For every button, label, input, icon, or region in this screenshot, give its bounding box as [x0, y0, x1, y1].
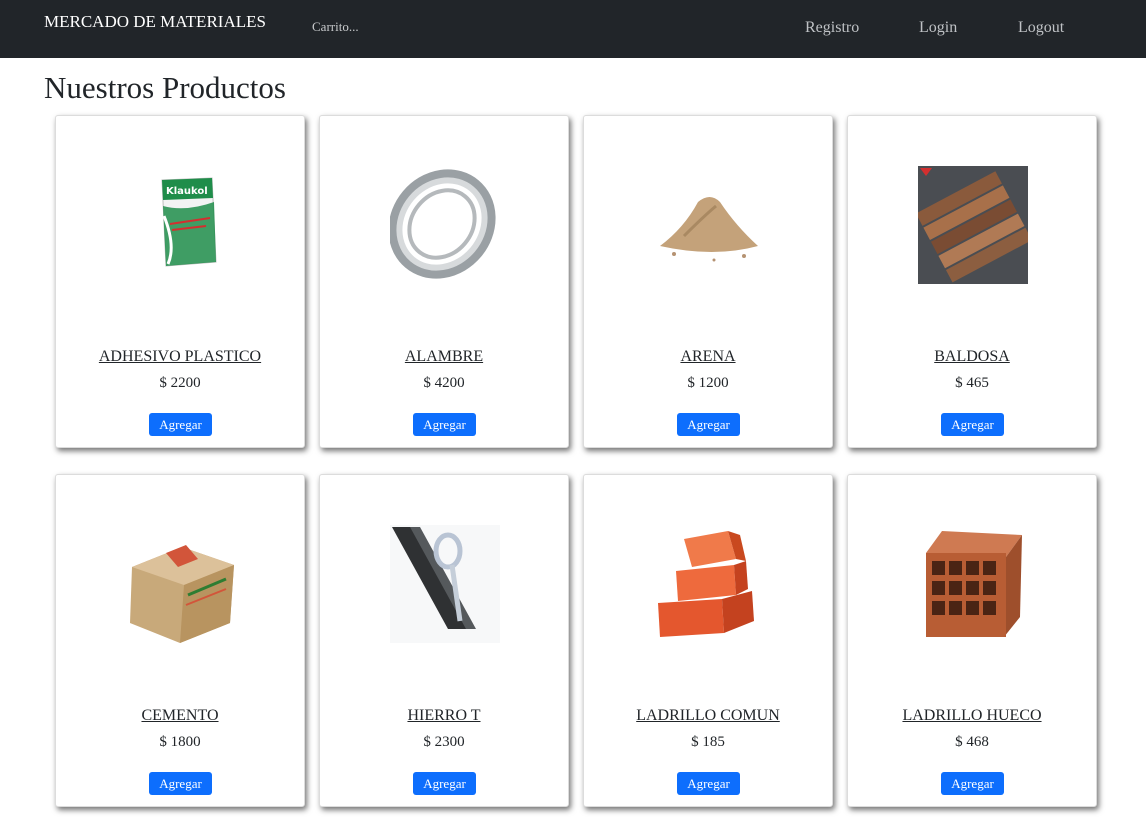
- add-to-cart-button[interactable]: Agregar: [941, 772, 1004, 795]
- product-price: $ 468: [955, 734, 989, 750]
- product-name-link[interactable]: ALAMBRE: [320, 348, 568, 366]
- product-card: CEMENTO $ 1800 Agregar: [55, 474, 305, 807]
- product-price: $ 2200: [159, 375, 201, 391]
- product-grid: Klaukol ADHESIVO PLASTICO $ 2200 Agregar…: [55, 115, 1097, 807]
- nav-logout-link[interactable]: Logout: [1018, 19, 1064, 37]
- tile-icon: [918, 166, 1028, 284]
- product-image: [918, 525, 1028, 643]
- product-name-link[interactable]: LADRILLO HUECO: [848, 707, 1096, 725]
- brick-stack-icon: [658, 531, 754, 637]
- product-card: HIERRO T $ 2300 Agregar: [319, 474, 569, 807]
- product-name-link[interactable]: ADHESIVO PLASTICO: [56, 348, 304, 366]
- hollow-brick-icon: [926, 531, 1022, 637]
- product-price: $ 2300: [423, 734, 465, 750]
- product-price: $ 4200: [423, 375, 465, 391]
- product-card: ALAMBRE $ 4200 Agregar: [319, 115, 569, 448]
- product-price: $ 1800: [159, 734, 201, 750]
- product-card: BALDOSA $ 465 Agregar: [847, 115, 1097, 448]
- product-card: Klaukol ADHESIVO PLASTICO $ 2200 Agregar: [55, 115, 305, 448]
- sand-pile-icon: [660, 197, 758, 262]
- product-name-link[interactable]: HIERRO T: [320, 707, 568, 725]
- product-image: [390, 166, 500, 284]
- product-price: $ 185: [691, 734, 725, 750]
- add-to-cart-button[interactable]: Agregar: [677, 413, 740, 436]
- iron-t-bar-icon: [390, 525, 500, 643]
- cement-bag-icon: [130, 545, 234, 643]
- product-name-link[interactable]: BALDOSA: [848, 348, 1096, 366]
- navbar: MERCADO DE MATERIALES Carrito... Registr…: [0, 0, 1146, 58]
- product-image: [918, 166, 1028, 284]
- product-image: [390, 525, 500, 643]
- page-title: Nuestros Productos: [44, 70, 286, 105]
- product-image: [654, 166, 764, 284]
- product-card: LADRILLO HUECO $ 468 Agregar: [847, 474, 1097, 807]
- add-to-cart-button[interactable]: Agregar: [413, 413, 476, 436]
- product-name-link[interactable]: ARENA: [584, 348, 832, 366]
- product-image: [654, 525, 764, 643]
- brand-title[interactable]: MERCADO DE MATERIALES: [44, 12, 266, 32]
- wire-coil-icon: [390, 169, 496, 279]
- product-image: Klaukol: [126, 166, 236, 284]
- product-price: $ 465: [955, 375, 989, 391]
- product-image: [126, 525, 236, 643]
- product-name-link[interactable]: CEMENTO: [56, 707, 304, 725]
- add-to-cart-button[interactable]: Agregar: [677, 772, 740, 795]
- product-card: ARENA $ 1200 Agregar: [583, 115, 833, 448]
- product-price: $ 1200: [687, 375, 729, 391]
- add-to-cart-button[interactable]: Agregar: [149, 772, 212, 795]
- adhesive-bag-icon: Klaukol: [161, 177, 217, 267]
- nav-login-link[interactable]: Login: [919, 19, 957, 37]
- svg-text:Klaukol: Klaukol: [166, 186, 208, 197]
- product-card: LADRILLO COMUN $ 185 Agregar: [583, 474, 833, 807]
- add-to-cart-button[interactable]: Agregar: [149, 413, 212, 436]
- add-to-cart-button[interactable]: Agregar: [941, 413, 1004, 436]
- product-name-link[interactable]: LADRILLO COMUN: [584, 707, 832, 725]
- cart-link[interactable]: Carrito...: [312, 19, 359, 35]
- nav-registro-link[interactable]: Registro: [805, 19, 859, 37]
- add-to-cart-button[interactable]: Agregar: [413, 772, 476, 795]
